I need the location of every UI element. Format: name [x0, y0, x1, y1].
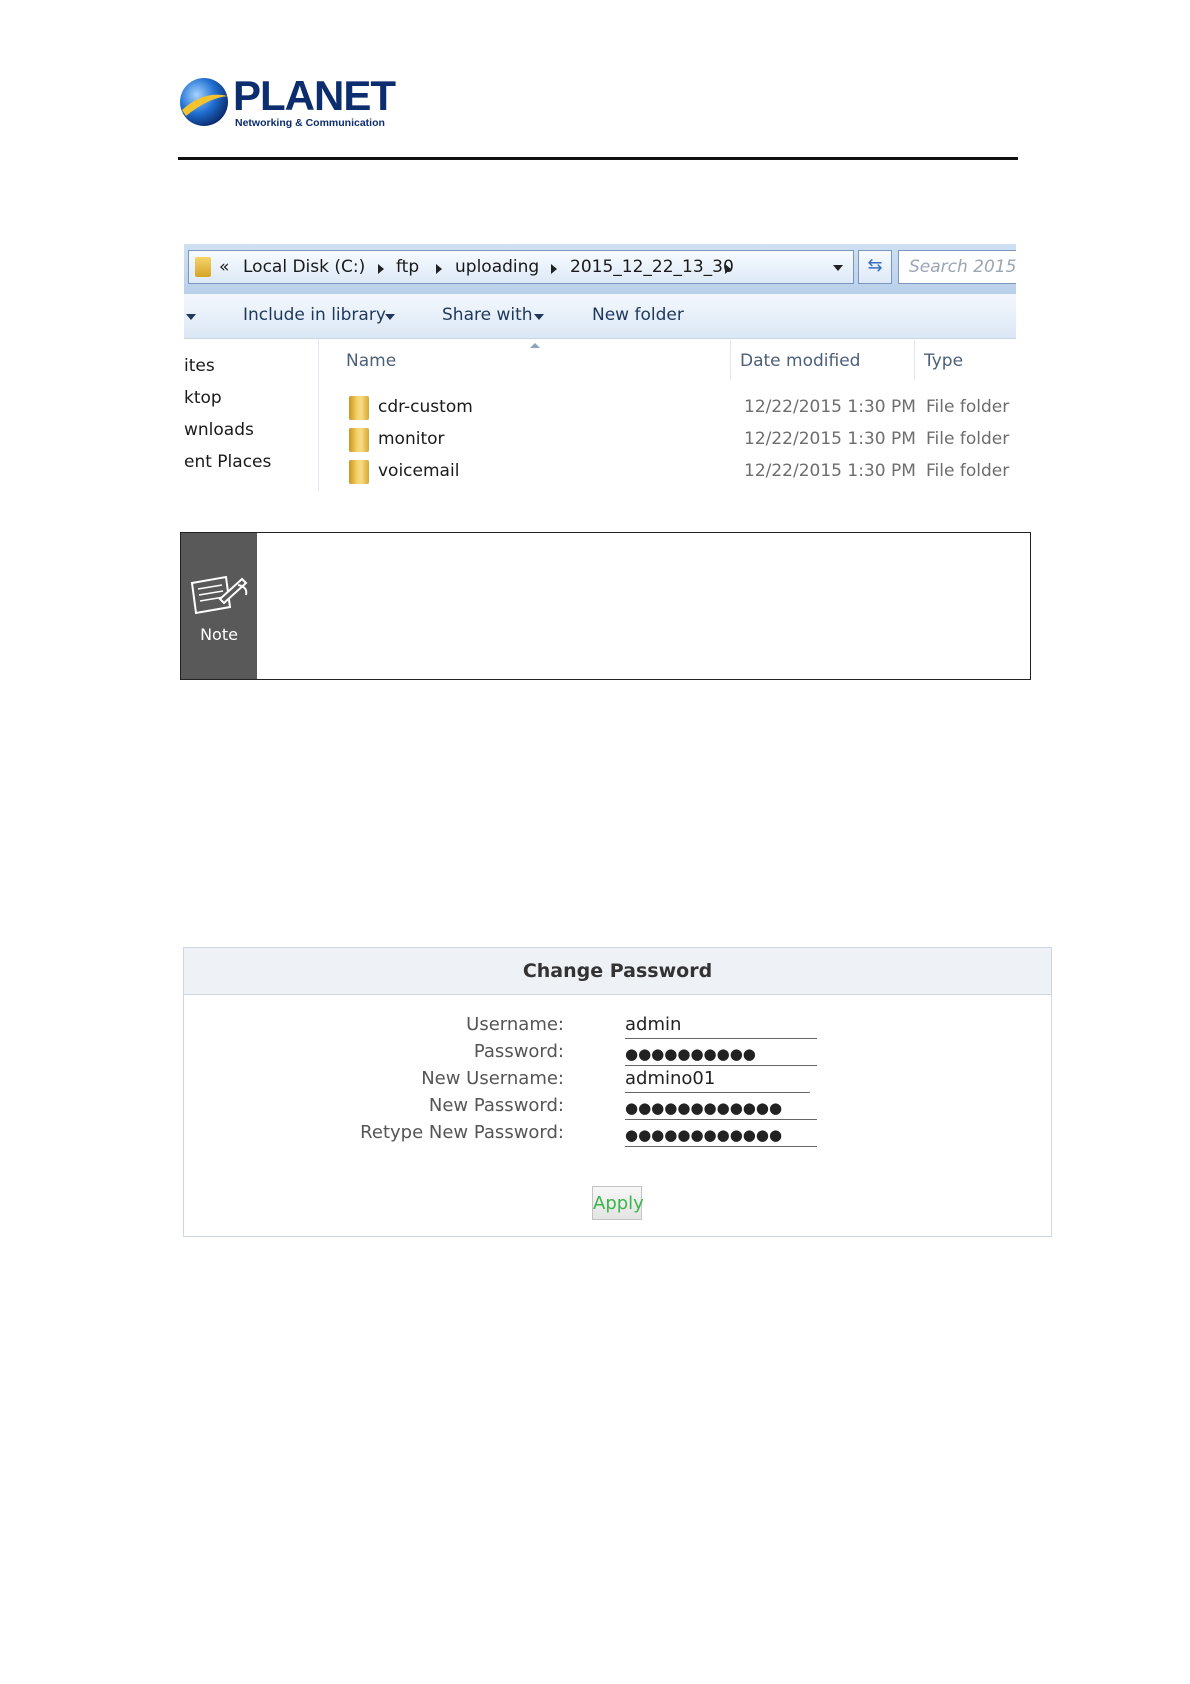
- nav-item-favorites[interactable]: ites: [184, 356, 215, 376]
- file-name: monitor: [378, 429, 445, 449]
- new-password-row: New Password: ●●●●●●●●●●●●: [184, 1095, 1051, 1121]
- username-row: Username: admin: [184, 1014, 1051, 1040]
- panel-header: Change Password: [184, 948, 1051, 995]
- chevron-down-icon[interactable]: [385, 314, 395, 320]
- breadcrumb-ftp[interactable]: ftp: [396, 257, 419, 277]
- file-explorer-screenshot: « Local Disk (C:) ftp uploading 2015_12_…: [184, 244, 1016, 491]
- header-divider: [178, 157, 1018, 160]
- password-field[interactable]: ●●●●●●●●●●: [625, 1041, 817, 1066]
- file-row[interactable]: cdr-custom 12/22/2015 1:30 PM File folde…: [184, 394, 1016, 426]
- breadcrumb-date-folder[interactable]: 2015_12_22_13_30: [570, 257, 734, 277]
- file-row[interactable]: monitor 12/22/2015 1:30 PM File folder: [184, 426, 1016, 458]
- breadcrumb-local-disk[interactable]: Local Disk (C:): [243, 257, 365, 277]
- username-field[interactable]: admin: [625, 1014, 817, 1039]
- note-callout: Note: [180, 532, 1031, 680]
- new-password-label: New Password:: [428, 1095, 564, 1116]
- column-header-name[interactable]: Name: [346, 351, 396, 371]
- password-label: Password:: [473, 1041, 564, 1062]
- planet-logo: PLANET Networking & Communication: [178, 72, 396, 132]
- file-name: cdr-custom: [378, 397, 473, 417]
- search-input[interactable]: Search 2015_1: [898, 250, 1016, 284]
- new-folder-button[interactable]: New folder: [592, 305, 684, 325]
- globe-logo-icon: [180, 78, 228, 126]
- note-pencil-icon: [190, 575, 248, 615]
- chevron-down-icon[interactable]: [833, 265, 843, 271]
- sort-ascending-icon: [530, 343, 540, 348]
- folder-icon: [349, 428, 369, 452]
- refresh-button[interactable]: ⇆: [858, 250, 892, 284]
- include-in-library-button[interactable]: Include in library: [243, 305, 386, 325]
- brand-tagline: Networking & Communication: [235, 117, 385, 129]
- column-header-date-modified[interactable]: Date modified: [740, 351, 860, 371]
- panel-title: Change Password: [522, 960, 713, 982]
- new-username-row: New Username: admino01: [184, 1068, 1051, 1094]
- file-type: File folder: [926, 461, 1010, 481]
- file-date: 12/22/2015 1:30 PM: [744, 429, 916, 449]
- column-divider[interactable]: [730, 340, 731, 380]
- chevron-right-icon[interactable]: [725, 264, 731, 274]
- chevron-down-icon[interactable]: [534, 314, 544, 320]
- organize-dropdown-icon[interactable]: [186, 314, 196, 320]
- password-row: Password: ●●●●●●●●●●: [184, 1041, 1051, 1067]
- column-divider[interactable]: [914, 340, 915, 380]
- breadcrumb-overflow[interactable]: «: [219, 257, 229, 277]
- share-with-button[interactable]: Share with: [442, 305, 533, 325]
- search-placeholder: Search 2015_1: [909, 257, 1016, 277]
- file-name: voicemail: [378, 461, 460, 481]
- retype-password-row: Retype New Password: ●●●●●●●●●●●●: [184, 1122, 1051, 1148]
- folder-icon: [195, 257, 211, 277]
- folder-icon: [349, 396, 369, 420]
- note-sidebar: Note: [181, 533, 257, 679]
- address-field[interactable]: « Local Disk (C:) ftp uploading 2015_12_…: [188, 250, 854, 284]
- change-password-panel: Change Password Username: admin Password…: [183, 947, 1052, 1237]
- note-label: Note: [200, 625, 238, 644]
- folder-icon: [349, 460, 369, 484]
- file-date: 12/22/2015 1:30 PM: [744, 397, 916, 417]
- column-header-type[interactable]: Type: [924, 351, 963, 371]
- retype-password-label: Retype New Password:: [360, 1122, 564, 1143]
- file-row[interactable]: voicemail 12/22/2015 1:30 PM File folder: [184, 458, 1016, 490]
- username-label: Username:: [466, 1014, 564, 1035]
- refresh-icon: ⇆: [867, 255, 883, 276]
- file-type: File folder: [926, 429, 1010, 449]
- file-type: File folder: [926, 397, 1010, 417]
- retype-password-field[interactable]: ●●●●●●●●●●●●: [625, 1122, 817, 1147]
- new-password-field[interactable]: ●●●●●●●●●●●●: [625, 1095, 817, 1120]
- apply-button[interactable]: Apply: [592, 1186, 644, 1220]
- command-toolbar: Include in library Share with New folder: [184, 294, 1016, 339]
- brand-name: PLANET: [233, 72, 396, 119]
- file-date: 12/22/2015 1:30 PM: [744, 461, 916, 481]
- chevron-right-icon[interactable]: [551, 264, 557, 274]
- address-bar: « Local Disk (C:) ftp uploading 2015_12_…: [184, 244, 1016, 294]
- chevron-right-icon[interactable]: [436, 264, 442, 274]
- new-username-label: New Username:: [421, 1068, 564, 1089]
- chevron-right-icon[interactable]: [378, 264, 384, 274]
- new-username-field[interactable]: admino01: [625, 1068, 810, 1093]
- breadcrumb-uploading[interactable]: uploading: [455, 257, 539, 277]
